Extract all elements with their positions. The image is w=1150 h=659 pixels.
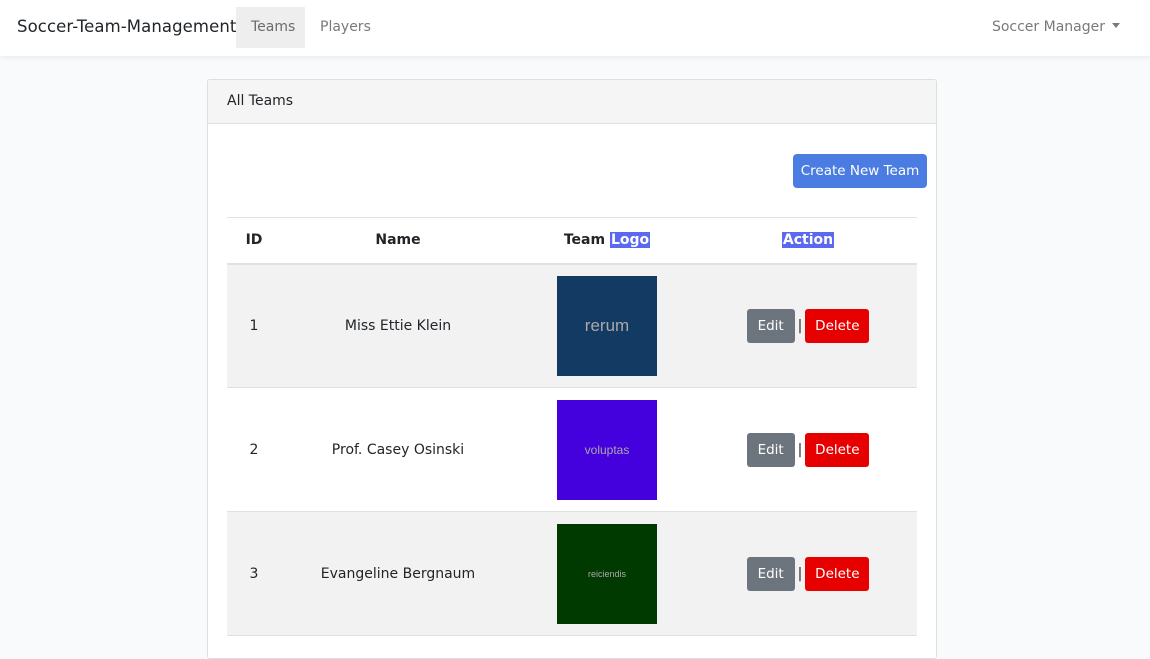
team-action-cell: Edit | Delete xyxy=(699,388,917,512)
user-menu-dropdown[interactable]: Soccer Manager xyxy=(992,7,1120,48)
team-id-cell: 1 xyxy=(249,317,259,334)
caret-down-icon xyxy=(1112,22,1120,28)
top-navbar: Soccer-Team-Management Teams Players Soc… xyxy=(0,0,1150,56)
user-menu-label: Soccer Manager xyxy=(991,19,1105,35)
column-header-logo-highlight: Logo xyxy=(609,232,651,249)
nav-teams[interactable]: Teams xyxy=(236,7,305,48)
nav-players[interactable]: Players xyxy=(305,7,386,48)
column-header-id: ID xyxy=(245,232,263,249)
teams-table: ID Name Team Logo Action 1 Miss Ettie Kle… xyxy=(227,217,917,636)
team-logo-image: reiciendis xyxy=(557,523,657,624)
column-header-action-highlight: Action xyxy=(781,232,835,249)
card-header: All Teams xyxy=(208,80,936,124)
brand-link[interactable]: Soccer-Team-Management xyxy=(17,17,237,36)
table-header-row: ID Name Team Logo Action xyxy=(227,217,917,264)
column-header-name: Name xyxy=(375,232,421,249)
team-logo-image: rerum xyxy=(557,275,657,376)
table-row: 3 Evangeline Bergnaum reiciendis Edit | Delet… xyxy=(227,511,917,636)
delete-button[interactable]: Delete xyxy=(805,308,870,343)
create-team-button[interactable]: Create New Team xyxy=(793,154,927,188)
teams-card: All Teams Create New Team ID Name Team L… xyxy=(207,79,937,659)
column-header-action: Action xyxy=(699,218,917,264)
team-logo-cell: reiciendis xyxy=(515,512,699,636)
table-row: 2 Prof. Casey Osinski voluptas Edit | Delete xyxy=(227,388,917,512)
edit-button[interactable]: Edit xyxy=(746,432,795,467)
team-logo-cell: rerum xyxy=(515,264,699,388)
team-name-cell: Evangeline Bergnaum xyxy=(320,565,476,582)
delete-button[interactable]: Delete xyxy=(805,556,870,591)
action-separator: | xyxy=(797,441,803,458)
team-name-cell: Prof. Casey Osinski xyxy=(331,441,465,458)
team-logo-cell: voluptas xyxy=(515,388,699,512)
column-header-team-label: Team xyxy=(563,232,606,249)
team-name-cell: Miss Ettie Klein xyxy=(344,317,452,334)
team-id-cell: 3 xyxy=(249,565,259,582)
edit-button[interactable]: Edit xyxy=(746,308,795,343)
delete-button[interactable]: Delete xyxy=(805,432,870,467)
team-action-cell: Edit | Delete xyxy=(699,264,917,388)
team-action-cell: Edit | Delete xyxy=(699,512,917,636)
edit-button[interactable]: Edit xyxy=(746,556,795,591)
team-logo-image: voluptas xyxy=(557,399,657,500)
table-row: 1 Miss Ettie Klein rerum Edit | Delete xyxy=(227,263,917,388)
column-header-team-logo: Team Logo xyxy=(515,218,699,264)
action-separator: | xyxy=(797,565,803,582)
action-separator: | xyxy=(797,317,803,334)
team-id-cell: 2 xyxy=(249,441,259,458)
